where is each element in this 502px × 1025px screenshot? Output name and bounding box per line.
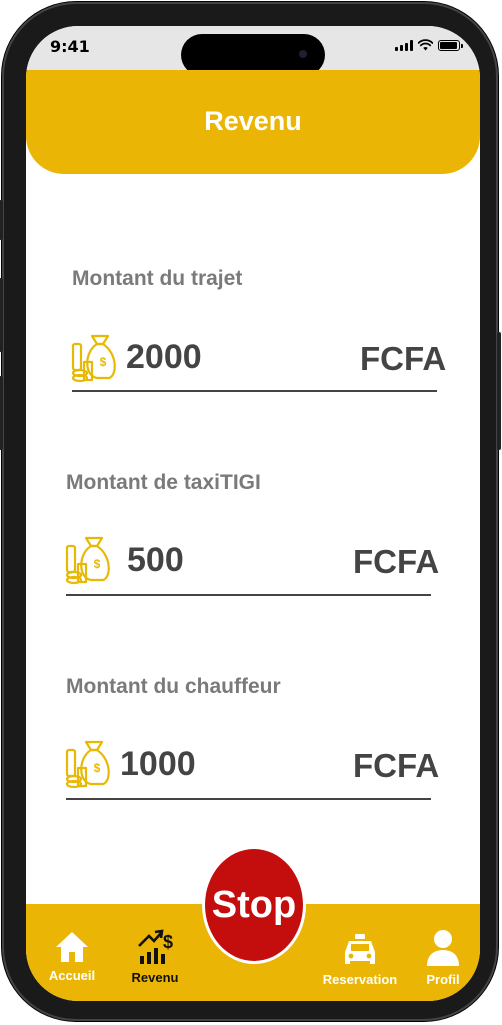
status-time: 9:41 [50,37,90,56]
nav-label-reservation: Reservation [322,972,398,987]
taxi-icon [345,934,375,964]
nav-label-profil: Profil [426,972,460,987]
stop-button-label: Stop [211,883,297,926]
currency-label: FCFA [360,340,447,377]
stop-button[interactable]: Stop [202,846,306,964]
nav-item-profil[interactable]: Profil [418,928,468,987]
wifi-icon [418,39,433,51]
side-button [0,200,3,240]
nav-label-accueil: Accueil [48,968,96,983]
field-label-taxitigi-amount: Montant de taxiTIGI [66,471,261,494]
nav-item-revenu[interactable]: $ Revenu [124,926,186,985]
field-label-trip-amount: Montant du trajet [72,267,243,290]
svg-text:$: $ [94,557,101,571]
user-icon [427,930,459,966]
power-button [497,332,501,450]
field-underline [66,798,431,800]
svg-text:$: $ [163,932,173,952]
page-title: Revenu [204,106,302,136]
money-bag-icon: $ [65,740,110,789]
revenue-chart-icon: $ [138,929,173,964]
svg-text:$: $ [94,761,101,775]
status-bar: 9:41 [26,26,480,76]
field-underline [72,390,437,392]
phone-frame: 9:41 Revenu Montant du trajet $ 2000 FCF… [0,2,501,1021]
taxitigi-amount-value[interactable]: 500 [127,541,184,580]
trip-amount-value[interactable]: 2000 [126,338,202,377]
svg-text:$: $ [100,355,107,369]
nav-item-reservation[interactable]: Reservation [318,932,402,987]
home-icon [56,932,88,962]
money-bag-icon: $ [65,536,110,585]
currency-label: FCFA [353,543,440,580]
money-bag-icon: $ [71,334,116,383]
header: Revenu [26,70,480,174]
volume-down-button [0,376,3,450]
field-label-driver-amount: Montant du chauffeur [66,675,281,698]
nav-label-revenu: Revenu [131,970,179,985]
battery-icon [438,40,463,51]
camera-icon [299,50,307,58]
driver-amount-value[interactable]: 1000 [120,745,196,784]
currency-label: FCFA [353,747,440,784]
signal-icon [395,40,413,51]
field-underline [66,594,431,596]
nav-item-accueil[interactable]: Accueil [42,930,102,983]
volume-up-button [0,278,3,352]
screen: 9:41 Revenu Montant du trajet $ 2000 FCF… [26,26,480,1001]
status-icons [395,39,463,51]
